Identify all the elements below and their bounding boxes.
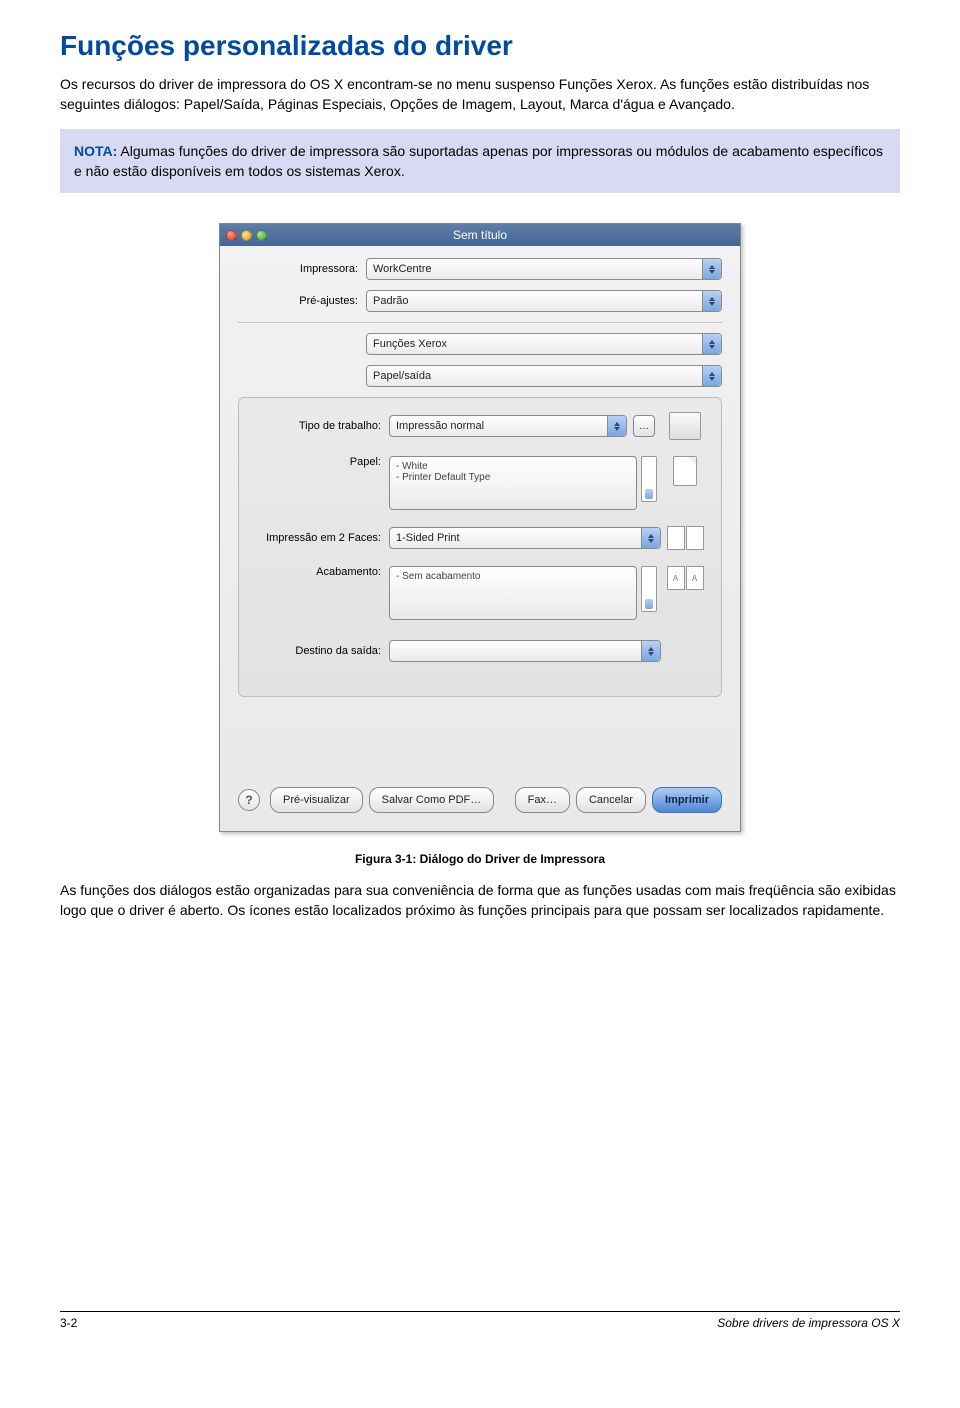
figure-caption: Figura 3-1: Diálogo do Driver de Impress…	[60, 852, 900, 866]
note-label: NOTA:	[74, 143, 117, 159]
preset-label: Pré-ajustes:	[238, 295, 366, 307]
chevron-updown-icon	[702, 334, 721, 354]
finishing-icon: AA	[667, 566, 704, 590]
output-select[interactable]	[389, 640, 661, 662]
footer-section: Sobre drivers de impressora OS X	[717, 1316, 900, 1330]
preview-button[interactable]: Pré-visualizar	[270, 787, 363, 813]
closing-paragraph: As funções dos diálogos estão organizada…	[60, 880, 900, 921]
fax-button[interactable]: Fax…	[515, 787, 570, 813]
tab-select[interactable]: Papel/saída	[366, 365, 722, 387]
note-text: Algumas funções do driver de impressora …	[74, 143, 883, 179]
feature-menu-select[interactable]: Funções Xerox	[366, 333, 722, 355]
chevron-updown-icon	[607, 416, 626, 436]
duplex-icon	[667, 526, 704, 550]
titlebar: Sem título	[220, 224, 740, 246]
help-button[interactable]: ?	[238, 789, 260, 811]
finishing-label: Acabamento:	[251, 566, 389, 578]
chevron-updown-icon	[702, 259, 721, 279]
page-icon	[673, 456, 697, 486]
options-panel: Tipo de trabalho: Impressão normal … Pap…	[238, 397, 722, 697]
jobtype-select[interactable]: Impressão normal	[389, 415, 627, 437]
cancel-button[interactable]: Cancelar	[576, 787, 646, 813]
duplex-select[interactable]: 1-Sided Print	[389, 527, 661, 549]
page-title: Funções personalizadas do driver	[60, 30, 900, 62]
printer-label: Impressora:	[238, 263, 366, 275]
feature-menu-value: Funções Xerox	[373, 338, 447, 350]
print-dialog: Sem título Impressora: WorkCentre Pré-aj…	[219, 223, 741, 832]
preset-value: Padrão	[373, 295, 408, 307]
intro-paragraph: Os recursos do driver de impressora do O…	[60, 74, 900, 115]
finishing-list[interactable]: - Sem acabamento	[389, 566, 637, 620]
note-box: NOTA: Algumas funções do driver de impre…	[60, 129, 900, 194]
print-button[interactable]: Imprimir	[652, 787, 722, 813]
paper-slider[interactable]	[641, 456, 657, 502]
duplex-label: Impressão em 2 Faces:	[251, 532, 389, 544]
chevron-updown-icon	[702, 291, 721, 311]
chevron-updown-icon	[702, 366, 721, 386]
duplex-value: 1-Sided Print	[396, 532, 460, 544]
footer-page-number: 3-2	[60, 1316, 77, 1330]
tab-value: Papel/saída	[373, 370, 431, 382]
printer-value: WorkCentre	[373, 263, 431, 275]
page-footer: 3-2 Sobre drivers de impressora OS X	[60, 1311, 900, 1330]
output-label: Destino da saída:	[251, 645, 389, 657]
printer-icon	[669, 412, 701, 440]
save-pdf-button[interactable]: Salvar Como PDF…	[369, 787, 495, 813]
paper-list[interactable]: - White - Printer Default Type	[389, 456, 637, 510]
paper-label: Papel:	[251, 456, 389, 468]
jobtype-options-button[interactable]: …	[633, 415, 655, 437]
jobtype-value: Impressão normal	[396, 420, 484, 432]
chevron-updown-icon	[641, 528, 660, 548]
jobtype-label: Tipo de trabalho:	[251, 420, 389, 432]
printer-select[interactable]: WorkCentre	[366, 258, 722, 280]
preset-select[interactable]: Padrão	[366, 290, 722, 312]
chevron-updown-icon	[641, 641, 660, 661]
window-title: Sem título	[220, 228, 740, 242]
finishing-slider[interactable]	[641, 566, 657, 612]
